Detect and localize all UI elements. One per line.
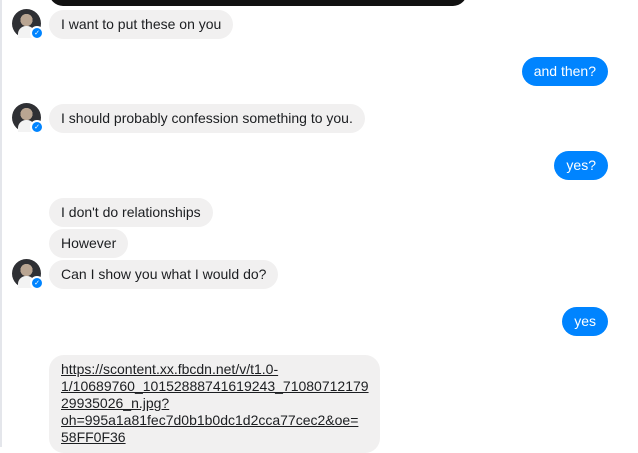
shared-image-preview[interactable] bbox=[49, 0, 467, 6]
avatar[interactable]: ✓ bbox=[12, 9, 44, 40]
conversation-divider bbox=[0, 0, 2, 447]
link-line: oh=995a1a81fec7d0b1b0dc1d2cca77cec2&oe= bbox=[61, 412, 359, 428]
messenger-badge-icon: ✓ bbox=[30, 120, 44, 134]
link-line: 29935026_n.jpg? bbox=[61, 395, 170, 411]
messenger-badge-icon: ✓ bbox=[30, 26, 44, 40]
message-bubble[interactable]: However bbox=[49, 229, 129, 258]
message-bubble[interactable]: yes? bbox=[554, 151, 608, 180]
message-bubble[interactable]: I should probably confession something t… bbox=[49, 104, 365, 133]
message-bubble[interactable]: and then? bbox=[521, 57, 608, 86]
link-line: https://scontent.xx.fbcdn.net/v/t1.0- bbox=[61, 361, 279, 377]
image-url-link[interactable]: https://scontent.xx.fbcdn.net/v/t1.0- 1/… bbox=[61, 361, 369, 446]
avatar[interactable]: ✓ bbox=[12, 259, 44, 290]
message-bubble[interactable]: yes bbox=[562, 307, 608, 336]
avatar[interactable]: ✓ bbox=[12, 103, 44, 134]
link-line: 1/10689760_10152888741619243_71080712179 bbox=[61, 378, 369, 394]
message-bubble[interactable]: Can I show you what I would do? bbox=[49, 260, 279, 289]
messenger-badge-icon: ✓ bbox=[30, 276, 44, 290]
link-message-bubble[interactable]: https://scontent.xx.fbcdn.net/v/t1.0- 1/… bbox=[49, 355, 380, 453]
link-line: 58FF0F36 bbox=[61, 429, 126, 445]
message-bubble[interactable]: I want to put these on you bbox=[49, 10, 234, 39]
message-bubble[interactable]: I don't do relationships bbox=[49, 198, 213, 227]
